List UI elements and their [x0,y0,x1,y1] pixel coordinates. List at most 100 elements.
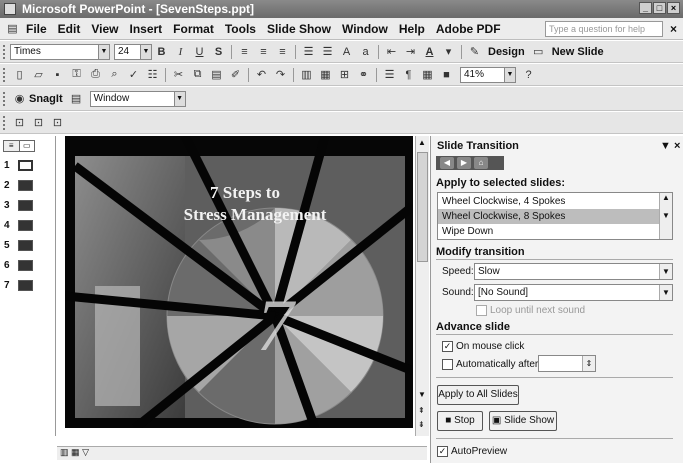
automatically-checkbox[interactable] [442,359,453,370]
font-color-icon[interactable]: A [421,44,438,60]
normal-view-icon[interactable]: ▥ [60,447,69,457]
research-icon[interactable]: ☷ [144,67,161,83]
automatically-time-input[interactable]: ⇕ [538,355,596,372]
slide-thumbnail[interactable]: 6 [4,260,33,271]
shadow-button[interactable]: S [210,44,227,60]
sound-select[interactable]: [No Sound] ▼ [474,284,673,301]
slide-sorter-view-icon[interactable]: ▦ [71,447,80,457]
format-painter-icon[interactable]: ✐ [227,67,244,83]
slide-horizontal-scrollbar[interactable] [57,446,427,460]
font-color-dropdown-icon[interactable]: ▾ [440,44,457,60]
bullets-icon[interactable]: ☰ [319,44,336,60]
scroll-down-icon[interactable]: ▼ [418,390,426,399]
app-icon[interactable] [4,3,16,15]
slide-thumbnail[interactable]: 2 [4,180,33,191]
menu-format[interactable]: Format [173,22,214,36]
toolbar-grip[interactable] [3,91,6,106]
spinner-icon[interactable]: ⇕ [582,356,595,371]
align-center-icon[interactable]: ≡ [255,44,272,60]
help-search-input[interactable]: Type a question for help [545,21,663,37]
document-icon[interactable]: ▤ [4,21,21,37]
show-grid-icon[interactable]: ▦ [419,67,436,83]
scroll-thumb[interactable] [417,152,428,262]
font-size-select[interactable]: 24 ▼ [114,43,152,60]
font-name-select[interactable]: Times ▼ [10,43,110,60]
menu-view[interactable]: View [91,22,118,36]
copy-icon[interactable]: ⧉ [189,67,206,83]
menu-edit[interactable]: Edit [58,22,81,36]
forward-icon[interactable]: ▶ [457,157,471,169]
loop-checkbox[interactable] [476,305,487,316]
decrease-indent-icon[interactable]: ⇤ [383,44,400,60]
snagit-button[interactable]: SnagIt [29,93,63,105]
close-button[interactable]: × [667,2,680,14]
previous-slide-icon[interactable]: ⇞ [418,406,425,415]
underline-button[interactable]: U [191,44,208,60]
back-icon[interactable]: ◀ [440,157,454,169]
insert-table-icon[interactable]: ▦ [317,67,334,83]
transition-item[interactable]: Wipe Down [438,224,659,239]
menu-help[interactable]: Help [399,22,425,36]
apply-to-all-slides-button[interactable]: Apply to All Slides [437,385,519,405]
menu-tools[interactable]: Tools [225,22,256,36]
open-icon[interactable]: ▱ [30,67,47,83]
permission-icon[interactable]: ⚿ [68,67,85,83]
help-icon[interactable]: ? [520,67,537,83]
scroll-up-icon[interactable]: ▲ [418,138,426,147]
spelling-icon[interactable]: ✓ [125,67,142,83]
toolbar-tool-1-icon[interactable]: ⊡ [11,115,28,131]
outline-slides-tabs[interactable]: ≡ ▭ [3,140,35,152]
close-document-icon[interactable]: × [670,22,677,36]
task-pane-close-icon[interactable]: ▼ × [660,140,680,152]
decrease-font-icon[interactable]: a [357,44,374,60]
home-icon[interactable]: ⌂ [474,157,488,169]
outline-tab-icon[interactable]: ≡ [4,141,20,151]
insert-chart-icon[interactable]: ▥ [298,67,315,83]
slide-thumbnail[interactable]: 7 [4,280,33,291]
menu-file[interactable]: File [26,22,47,36]
slide-thumbnail[interactable]: 3 [4,200,33,211]
transition-list-scrollbar[interactable]: ▲ ▼ [659,193,672,239]
bold-button[interactable]: B [153,44,170,60]
slides-tab-icon[interactable]: ▭ [19,141,34,151]
transition-item[interactable]: Wheel Clockwise, 4 Spokes [438,194,659,209]
grayscale-icon[interactable]: ■ [438,67,455,83]
slide-thumbnail[interactable]: 5 [4,240,33,251]
new-icon[interactable]: ▯ [11,67,28,83]
slide-canvas[interactable]: 7 Steps to Stress Management 7 [65,136,413,428]
menu-window[interactable]: Window [342,22,388,36]
toolbar-tool-2-icon[interactable]: ⊡ [30,115,47,131]
transition-list[interactable]: Wheel Clockwise, 4 Spokes Wheel Clockwis… [437,192,673,240]
design-button[interactable]: Design [488,46,525,58]
align-left-icon[interactable]: ≡ [236,44,253,60]
expand-all-icon[interactable]: ☰ [381,67,398,83]
italic-button[interactable]: I [172,44,189,60]
restore-button[interactable]: □ [653,2,666,14]
show-formatting-icon[interactable]: ¶ [400,67,417,83]
toolbar-grip[interactable] [3,67,6,82]
slide-vertical-scrollbar[interactable]: ▲ ▼ ⇞ ⇟ [415,136,429,436]
align-right-icon[interactable]: ≡ [274,44,291,60]
numbering-icon[interactable]: ☰ [300,44,317,60]
transition-item-selected[interactable]: Wheel Clockwise, 8 Spokes [438,209,659,224]
save-icon[interactable]: ▪ [49,67,66,83]
snagit-catalog-icon[interactable]: ▤ [68,91,85,107]
print-preview-icon[interactable]: ⌕ [106,67,123,83]
undo-icon[interactable]: ↶ [253,67,270,83]
cut-icon[interactable]: ✂ [170,67,187,83]
tables-borders-icon[interactable]: ⊞ [336,67,353,83]
new-slide-button[interactable]: New Slide [552,46,604,58]
increase-indent-icon[interactable]: ⇥ [402,44,419,60]
print-icon[interactable]: ⎙ [87,67,104,83]
hyperlink-icon[interactable]: ⚭ [355,67,372,83]
next-slide-icon[interactable]: ⇟ [418,420,425,429]
toolbar-grip[interactable] [3,115,6,130]
toolbar-grip[interactable] [3,44,6,59]
slide-thumbnail[interactable]: 1 [4,160,33,171]
slide-thumbnail[interactable]: 4 [4,220,33,231]
increase-font-icon[interactable]: A [338,44,355,60]
on-mouse-click-checkbox[interactable]: ✓ [442,341,453,352]
menu-adobe-pdf[interactable]: Adobe PDF [436,22,501,36]
speed-select[interactable]: Slow ▼ [474,263,673,280]
stop-button[interactable]: ■ Stop [437,411,483,431]
